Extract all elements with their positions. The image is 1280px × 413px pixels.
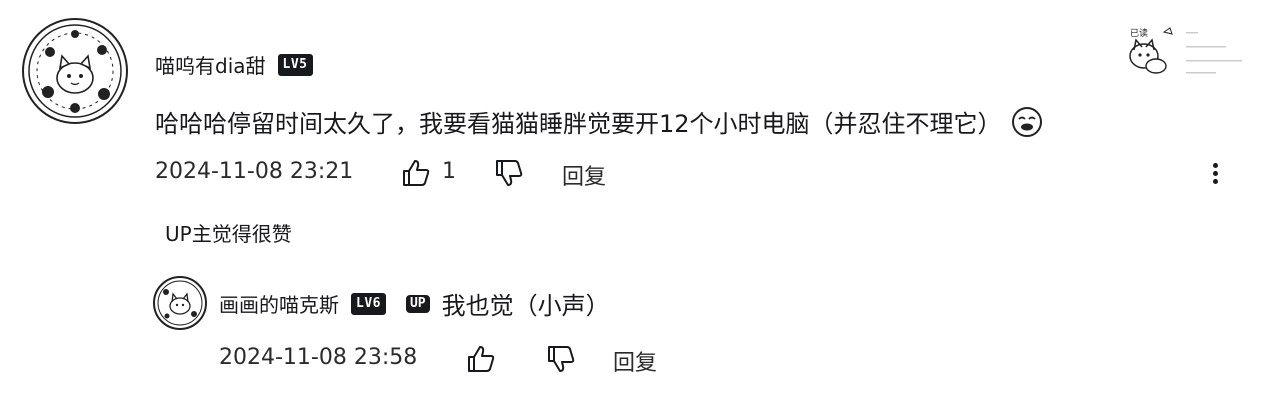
thumbs-up-icon[interactable] xyxy=(401,158,431,188)
commenter-username[interactable]: 喵呜有dia甜 xyxy=(155,50,266,79)
svg-text:已读: 已读 xyxy=(1130,27,1148,39)
reply-reply-button[interactable]: 回复 xyxy=(613,345,657,377)
up-badge: UP xyxy=(405,294,430,313)
reply-button[interactable]: 回复 xyxy=(562,159,606,191)
replier-username[interactable]: 画画的喵克斯 xyxy=(219,289,339,318)
commenter-avatar[interactable] xyxy=(22,18,128,124)
emoji-icon xyxy=(1010,105,1044,139)
reply-thumbs-down-icon[interactable] xyxy=(546,344,576,374)
reply-timestamp: 2024-11-08 23:58 xyxy=(219,345,418,370)
commenter-header: 喵呜有dia甜 LV5 xyxy=(155,50,313,79)
more-vertical-icon[interactable] xyxy=(1213,160,1218,187)
thumbs-down-icon[interactable] xyxy=(494,158,524,188)
reply-thumbs-up-icon[interactable] xyxy=(466,344,496,374)
up-liked-label: UP主觉得很赞 xyxy=(165,222,292,246)
replier-level-badge: LV6 xyxy=(351,292,386,315)
like-count: 1 xyxy=(442,159,456,184)
reply-text: 我也觉（小声） xyxy=(441,292,610,320)
level-badge: LV5 xyxy=(277,53,313,76)
replier-avatar[interactable] xyxy=(153,276,207,330)
cat-sticker-decoration: 已读 xyxy=(1116,24,1266,80)
comment-text: 哈哈哈停留时间太久了，我要看猫猫睡胖觉要开12个小时电脑（并忍住不理它） xyxy=(155,110,1002,138)
comment-body: 哈哈哈停留时间太久了，我要看猫猫睡胖觉要开12个小时电脑（并忍住不理它） xyxy=(155,104,1044,139)
comment-timestamp: 2024-11-08 23:21 xyxy=(155,159,354,184)
reply-header: 画画的喵克斯 LV6 UP 我也觉（小声） xyxy=(219,286,610,321)
